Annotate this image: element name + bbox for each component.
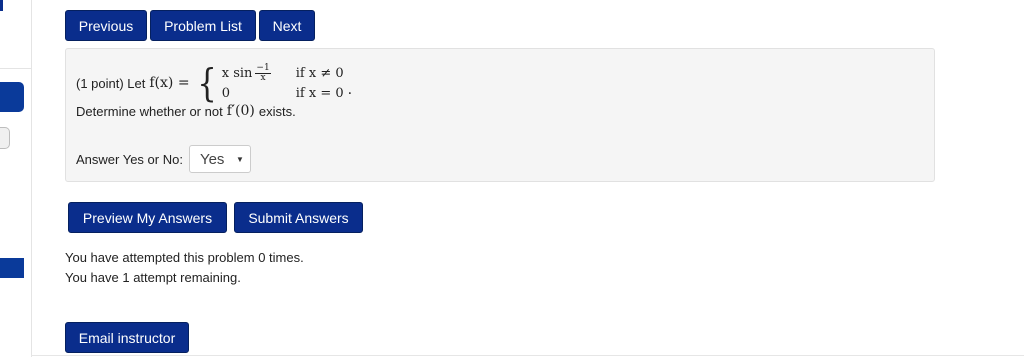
case-row-1: x sin −1 x if x ≠ 0 [222, 63, 344, 83]
sidebar-secondary-button[interactable] [0, 127, 10, 149]
problem-statement: (1 point) Let f(x) = { x sin −1 x if x ≠… [76, 63, 352, 103]
email-instructor-button[interactable]: Email instructor [65, 322, 189, 353]
previous-button[interactable]: Previous [65, 10, 147, 41]
case-row-2: 0 if x = 0 [222, 83, 344, 103]
sidebar-active-button[interactable] [0, 82, 24, 112]
case2-expression: 0 [221, 85, 231, 101]
case2-condition: if x = 0 [295, 85, 344, 101]
attempts-status: You have attempted this problem 0 times. [65, 250, 304, 265]
next-button[interactable]: Next [259, 10, 315, 41]
question-text: Determine whether or not [76, 103, 223, 119]
sidebar-divider [0, 68, 31, 69]
dropdown-caret-icon: ▼ [236, 154, 244, 164]
problem-list-button[interactable]: Problem List [150, 10, 256, 41]
preview-answers-button[interactable]: Preview My Answers [68, 202, 227, 233]
attempts-remaining: You have 1 attempt remaining. [65, 270, 241, 285]
cases-brace: { [196, 61, 217, 105]
piecewise-cases: x sin −1 x if x ≠ 0 0 if x = 0 [222, 63, 344, 103]
case1-expression: x sin [221, 65, 253, 81]
statement-period: . [347, 82, 353, 98]
answer-row: Answer Yes or No: Yes ▼ [76, 145, 251, 173]
sidebar-blue-block[interactable] [0, 258, 24, 278]
left-sidebar [0, 0, 32, 357]
question-line: Determine whether or not f′(0) exists. [76, 103, 296, 119]
case1-condition: if x ≠ 0 [295, 65, 344, 81]
question-end: exists. [258, 103, 296, 119]
sidebar-top-marker [0, 0, 3, 11]
problem-panel: (1 point) Let f(x) = { x sin −1 x if x ≠… [65, 48, 935, 182]
function-lhs: f(x) = [149, 75, 190, 91]
answer-select[interactable]: Yes ▼ [188, 145, 251, 173]
case1-fraction: −1 x [255, 62, 271, 83]
answer-selected-value: Yes [199, 150, 225, 168]
question-math: f′(0) [226, 103, 255, 119]
submit-answers-button[interactable]: Submit Answers [234, 202, 363, 233]
fraction-denominator: x [260, 72, 266, 83]
fraction-numerator: −1 [255, 62, 271, 74]
points-label: (1 point) Let [76, 75, 146, 91]
bottom-divider [31, 355, 1024, 356]
answer-label: Answer Yes or No: [76, 151, 183, 167]
